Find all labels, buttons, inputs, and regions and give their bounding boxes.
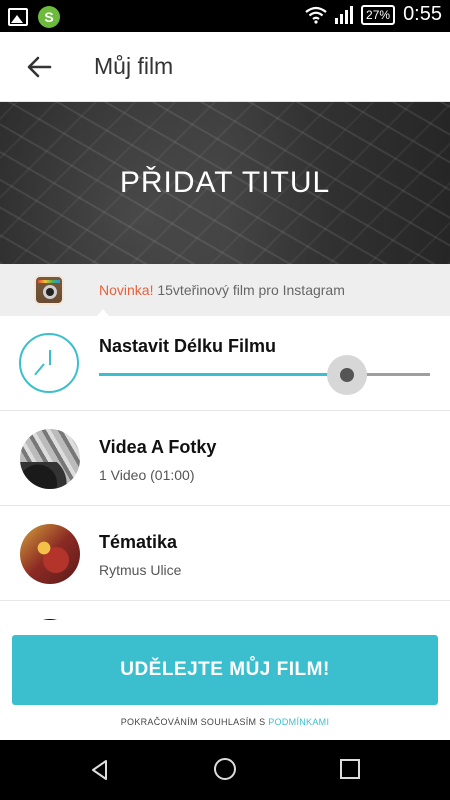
make-film-button[interactable]: UDĚLEJTE MŮJ FILM! [12,635,438,705]
media-row[interactable]: Videa A Fotky 1 Video (01:00) [0,411,450,506]
media-thumbnail [20,429,80,489]
nav-back-icon[interactable] [88,758,112,782]
film-length-title: Nastavit Délku Filmu [99,336,277,356]
image-icon [8,8,28,26]
s-app-icon: S [38,6,60,28]
cta-area: UDĚLEJTE MŮJ FILM! POKRAČOVÁNÍM SOUHLASÍ… [0,620,450,740]
film-length-row: Nastavit Délku Filmu [0,316,450,411]
theme-row[interactable]: Tématika Rytmus Ulice [0,506,450,601]
media-title: Videa A Fotky [99,437,217,457]
arrow-left-icon[interactable] [22,50,56,84]
clock-icon [19,333,79,393]
instagram-banner[interactable]: Novinka! 15vteřinový film pro Instagram [0,264,450,316]
theme-title: Tématika [99,532,178,552]
nav-home-icon[interactable] [214,758,236,780]
new-badge: Novinka! [99,282,154,298]
instagram-icon [34,275,64,305]
terms-link[interactable]: PODMÍNKAMI [268,717,329,727]
instagram-banner-text: Novinka! 15vteřinový film pro Instagram [99,282,345,298]
system-nav-bar [0,740,450,800]
media-subtitle: 1 Video (01:00) [99,467,195,483]
status-bar: S 27% 0:55 [0,0,450,32]
theme-thumbnail [20,524,80,584]
film-length-slider[interactable] [99,355,430,395]
slider-fill [99,373,348,376]
status-left: S [8,6,60,28]
nav-recent-icon[interactable] [340,759,360,779]
terms-text: POKRAČOVÁNÍM SOUHLASÍM S PODMÍNKAMI [0,717,450,727]
signal-icon [335,5,354,24]
wifi-icon [305,6,327,24]
clock-time: 0:55 [403,3,442,25]
page-title: Můj film [94,53,174,79]
theme-subtitle: Rytmus Ulice [99,562,182,578]
instagram-banner-message: 15vteřinový film pro Instagram [153,282,345,298]
add-title-label: PŘIDAT TITUL [119,166,331,199]
terms-prefix: POKRAČOVÁNÍM SOUHLASÍM S [120,717,269,727]
app-bar: Můj film [0,32,450,102]
s-app-label: S [44,9,54,25]
status-right: 27% 0:55 [305,3,442,26]
battery-indicator: 27% [361,4,396,25]
add-title-hero[interactable]: PŘIDAT TITUL [0,102,450,264]
